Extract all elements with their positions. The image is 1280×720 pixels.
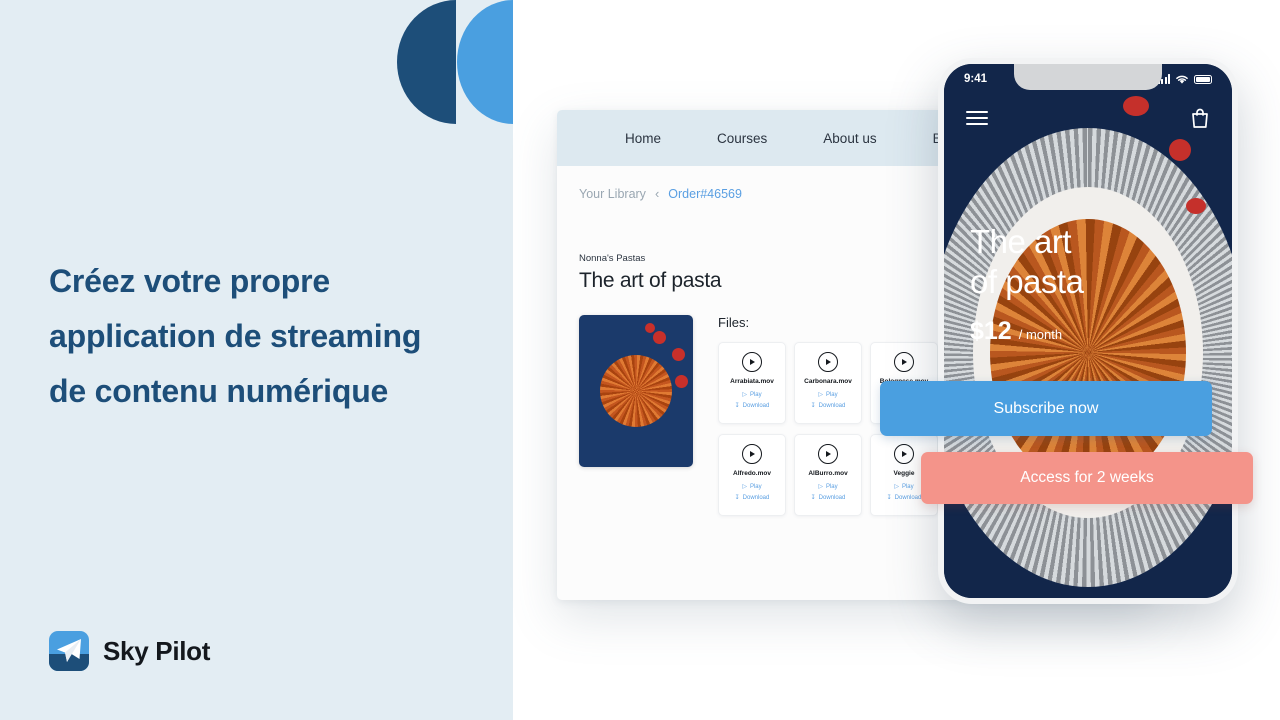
download-link[interactable]: ↧Download	[810, 494, 846, 502]
paper-plane-glyph	[57, 639, 81, 662]
play-circle-icon[interactable]	[894, 444, 914, 464]
play-circle-icon[interactable]	[818, 352, 838, 372]
brand-logo: Sky Pilot	[49, 631, 210, 671]
breadcrumb-parent[interactable]: Your Library	[579, 187, 646, 201]
download-icon: ↧	[734, 403, 740, 409]
download-link[interactable]: ↧Download	[734, 402, 770, 410]
price-amount: $12	[970, 316, 1012, 345]
file-card[interactable]: Alfredo.mov ▷ Play ↧ Download	[718, 434, 786, 516]
play-link[interactable]: ▷Play	[818, 391, 837, 399]
price-row: $12 / month	[970, 317, 1083, 346]
left-brand-panel: Créez votre propre application de stream…	[0, 0, 513, 720]
phone-hero-line1: The art	[970, 223, 1072, 260]
course-thumbnail	[579, 315, 693, 467]
chevron-left-icon: ‹	[654, 186, 660, 201]
decorative-half-circle-blue	[457, 0, 513, 124]
nav-item-about-us[interactable]: About us	[823, 131, 876, 146]
wifi-icon	[1176, 75, 1188, 84]
brand-name: Sky Pilot	[103, 635, 211, 666]
file-name: AlBurro.mov	[808, 470, 848, 477]
play-icon: ▷	[742, 392, 747, 398]
nav-item-home[interactable]: Home	[625, 131, 661, 146]
play-link[interactable]: ▷Play	[742, 483, 761, 491]
decorative-circles	[397, 0, 513, 124]
file-name: Carbonara.mov	[804, 378, 852, 385]
play-circle-icon[interactable]	[742, 444, 762, 464]
file-card[interactable]: Arrabiata.mov ▷ Play ↧ Download	[718, 342, 786, 424]
decorative-half-circle-navy	[397, 0, 456, 124]
breadcrumb-current[interactable]: Order#46569	[668, 187, 742, 201]
download-icon: ↧	[886, 495, 892, 501]
price-period: / month	[1018, 326, 1063, 342]
nav-item-courses[interactable]: Courses	[717, 131, 767, 146]
download-link[interactable]: ↧Download	[810, 402, 846, 410]
download-icon: ↧	[734, 495, 740, 501]
play-icon: ▷	[818, 392, 823, 398]
play-link[interactable]: ▷Play	[894, 483, 913, 491]
subscribe-now-button[interactable]: Subscribe now	[880, 381, 1212, 436]
phone-screen: 9:41 The art of pasta $12 / month	[944, 64, 1232, 598]
play-icon: ▷	[818, 484, 823, 490]
status-time: 9:41	[964, 73, 988, 85]
paper-plane-icon	[49, 631, 89, 671]
play-circle-icon[interactable]	[742, 352, 762, 372]
file-name: Alfredo.mov	[733, 470, 771, 477]
phone-top-bar	[944, 100, 1232, 136]
download-link[interactable]: ↧Download	[734, 494, 770, 502]
phone-hero-text: The art of pasta $12 / month	[970, 222, 1084, 346]
download-link[interactable]: ↧Download	[886, 494, 922, 502]
page-title: Créez votre propre application de stream…	[49, 263, 422, 410]
play-circle-icon[interactable]	[894, 352, 914, 372]
phone-hero-line2: of pasta	[970, 263, 1084, 301]
play-icon: ▷	[742, 484, 747, 490]
play-icon: ▷	[894, 484, 899, 490]
hamburger-menu-icon[interactable]	[966, 111, 988, 125]
battery-full-icon	[1194, 74, 1212, 84]
play-circle-icon[interactable]	[818, 444, 838, 464]
phone-mockup: 9:41 The art of pasta $12 / month	[938, 58, 1238, 604]
file-name: Arrabiata.mov	[730, 378, 774, 385]
play-link[interactable]: ▷Play	[742, 391, 761, 399]
file-card[interactable]: AlBurro.mov ▷ Play ↧ Download	[794, 434, 862, 516]
access-for-2-weeks-button[interactable]: Access for 2 weeks	[921, 452, 1253, 504]
phone-notch	[1014, 64, 1162, 90]
file-card[interactable]: Carbonara.mov ▷ Play ↧ Download	[794, 342, 862, 424]
file-name: Veggie	[893, 470, 915, 477]
play-link[interactable]: ▷Play	[818, 483, 837, 491]
download-icon: ↧	[810, 403, 816, 409]
shopping-bag-icon	[1192, 108, 1208, 128]
download-icon: ↧	[810, 495, 816, 501]
